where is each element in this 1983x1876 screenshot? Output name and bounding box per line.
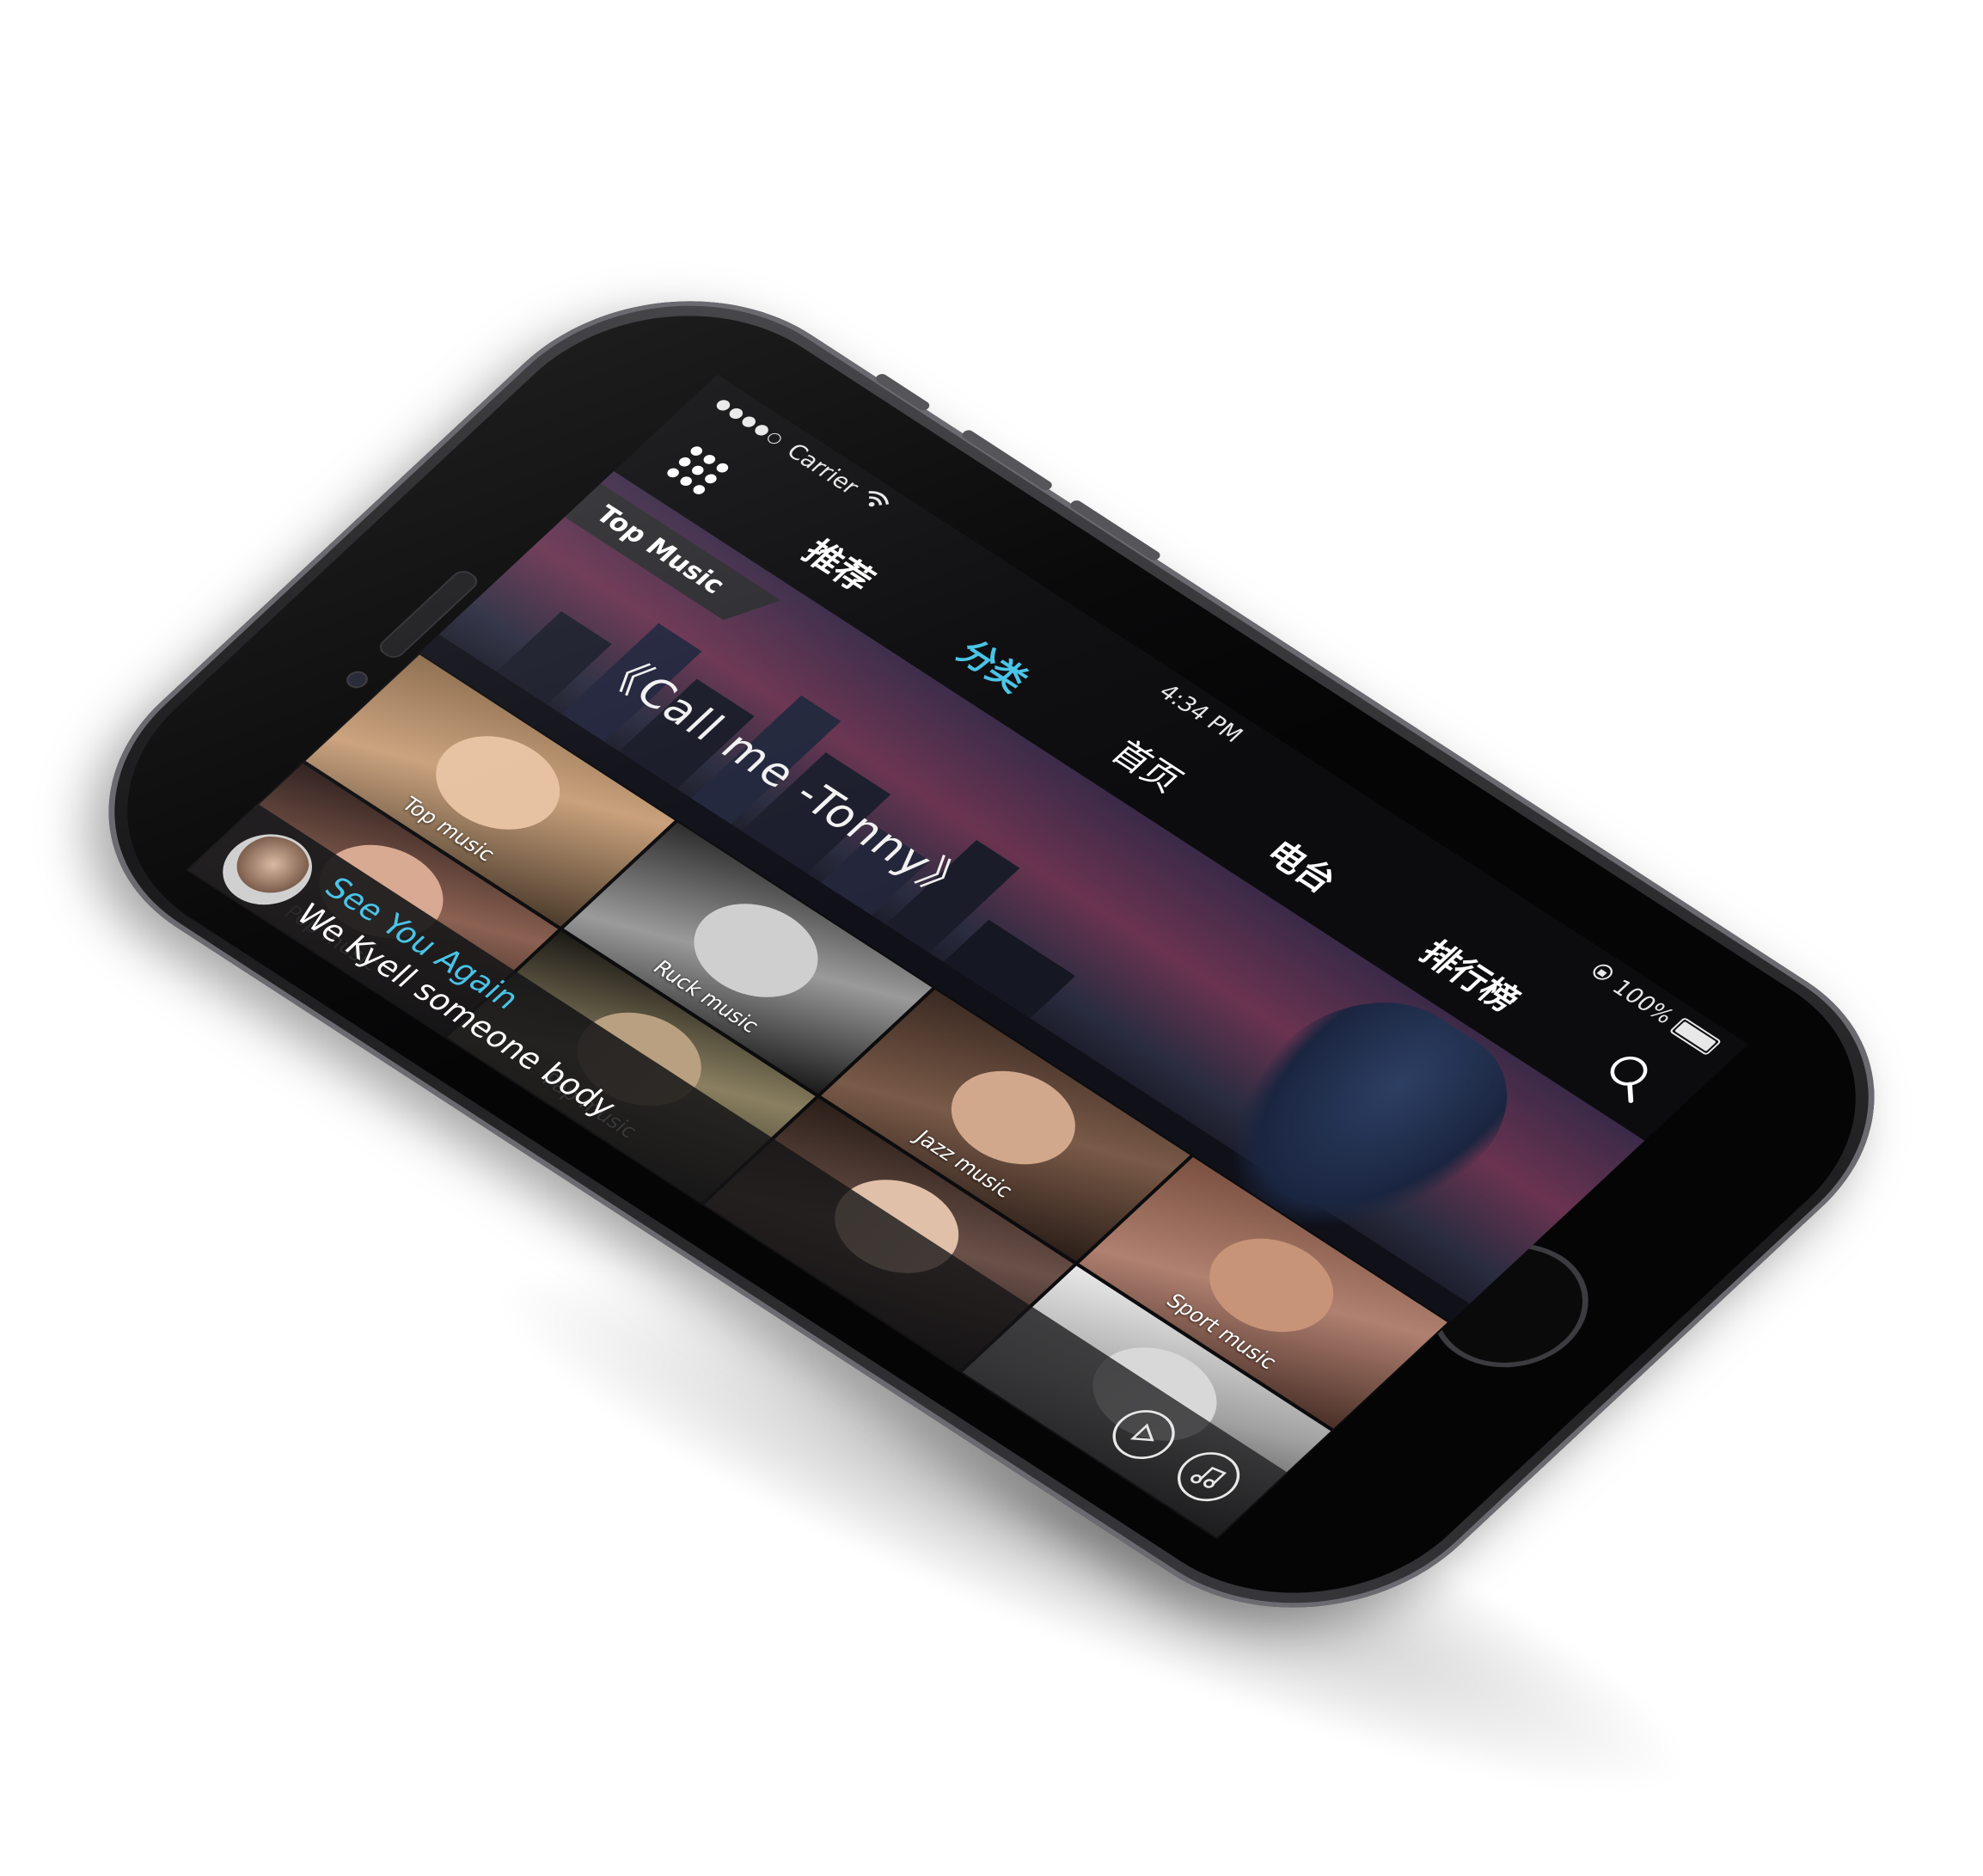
- music-note-icon: [1190, 1466, 1227, 1488]
- battery-fill: [1674, 1021, 1717, 1051]
- tab-home[interactable]: 首页: [1100, 728, 1197, 802]
- play-icon: [1129, 1423, 1154, 1442]
- grid-menu-icon[interactable]: [659, 440, 736, 500]
- phone-device: ●●●●○ Carrier 4:34 PM 100% 推荐 分类 首页 电台 排…: [24, 236, 1959, 1672]
- search-icon[interactable]: [1588, 1043, 1671, 1107]
- tab-radio[interactable]: 电台: [1254, 829, 1350, 903]
- tab-categories[interactable]: 分类: [946, 628, 1042, 702]
- rotation-lock-icon: [1582, 959, 1619, 990]
- device-front: ●●●●○ Carrier 4:34 PM 100% 推荐 分类 首页 电台 排…: [49, 255, 1934, 1653]
- front-camera: [342, 667, 373, 692]
- wifi-icon: [854, 486, 896, 518]
- play-button[interactable]: [1099, 1400, 1188, 1469]
- tab-recommend[interactable]: 推荐: [792, 528, 888, 602]
- music-note-button[interactable]: [1165, 1442, 1253, 1511]
